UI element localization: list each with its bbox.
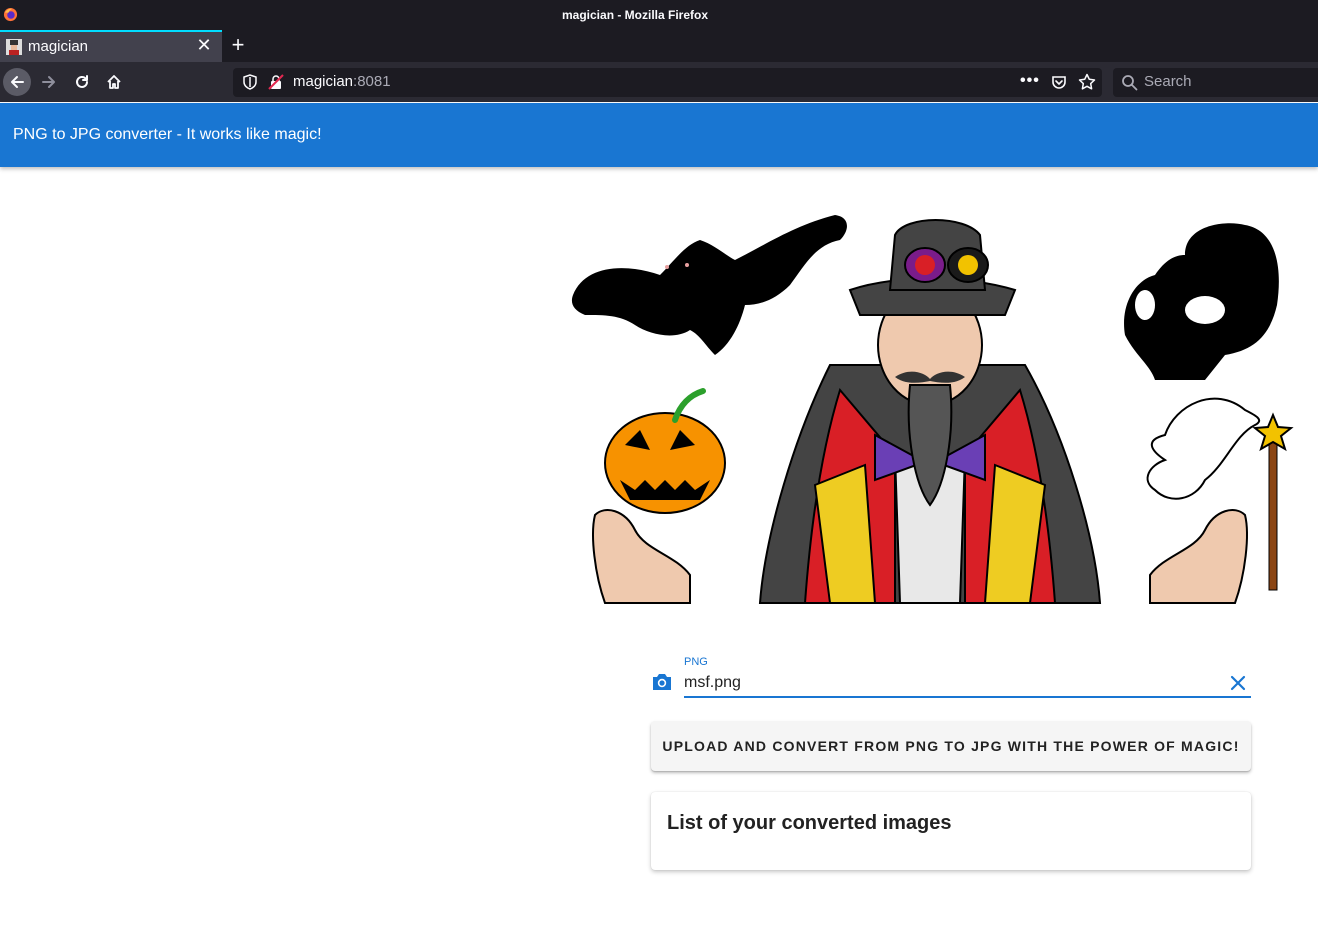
arrow-left-icon <box>11 76 24 88</box>
arrow-right-icon <box>42 76 55 88</box>
bat-icon <box>571 215 847 355</box>
bookmark-star-icon[interactable] <box>1078 73 1096 91</box>
insecure-lock-icon[interactable] <box>268 74 284 90</box>
url-text[interactable]: magician:8081 <box>293 73 391 90</box>
new-tab-icon[interactable]: + <box>228 34 248 56</box>
reload-icon <box>76 75 88 88</box>
camera-icon[interactable] <box>651 672 673 692</box>
file-field-label: PNG <box>684 656 708 668</box>
file-field-underline <box>684 696 1251 698</box>
app-header: PNG to JPG converter - It works like mag… <box>0 103 1318 167</box>
home-button[interactable] <box>100 68 128 96</box>
skull-icon <box>1124 223 1279 380</box>
wand-icon <box>1252 412 1294 591</box>
upload-convert-button[interactable]: UPLOAD AND CONVERT FROM PNG TO JPG WITH … <box>651 721 1251 771</box>
pumpkin-icon <box>604 388 726 514</box>
tracking-shield-icon[interactable] <box>242 74 258 90</box>
url-host: magician <box>293 73 354 90</box>
tab-label: magician <box>28 38 89 55</box>
url-port: :8081 <box>353 73 391 90</box>
search-placeholder: Search <box>1144 73 1192 90</box>
app-title: PNG to JPG converter - It works like mag… <box>13 126 322 143</box>
png-file-field[interactable]: PNG msf.png <box>651 650 1251 700</box>
clear-icon[interactable] <box>1228 673 1248 693</box>
reload-button[interactable] <box>68 68 96 96</box>
pocket-icon[interactable] <box>1051 74 1067 90</box>
magician-favicon-icon <box>6 39 22 55</box>
search-icon <box>1122 75 1138 91</box>
home-icon <box>107 75 121 89</box>
search-bar[interactable]: Search <box>1113 68 1318 97</box>
tab-strip: magician ✕ + <box>0 30 1318 62</box>
converted-images-card: List of your converted images <box>651 792 1251 870</box>
window-title: magician - Mozilla Firefox <box>562 8 709 22</box>
magician-illustration <box>571 215 1294 604</box>
page-actions-icon[interactable]: ••• <box>1020 72 1040 90</box>
dove-icon <box>1146 397 1261 500</box>
tab-magician[interactable]: magician ✕ <box>0 30 222 62</box>
url-bar[interactable]: magician:8081 ••• <box>233 68 1102 97</box>
file-field-value[interactable]: msf.png <box>684 674 741 692</box>
close-tab-icon[interactable]: ✕ <box>195 36 213 54</box>
back-button[interactable] <box>3 68 31 96</box>
window-titlebar: magician - Mozilla Firefox <box>0 0 1318 30</box>
forward-button[interactable] <box>35 68 63 96</box>
converted-images-title: List of your converted images <box>667 812 952 834</box>
